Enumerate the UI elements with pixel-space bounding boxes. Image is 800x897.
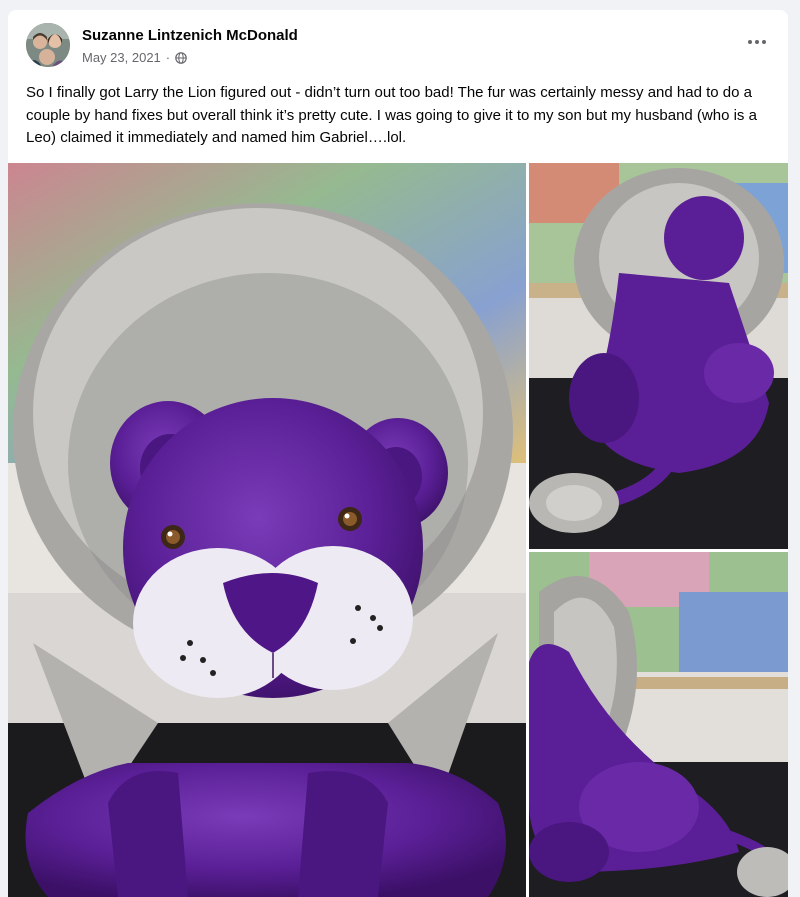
photo-lion-back[interactable] [529,163,788,549]
post-meta: May 23, 2021 · [82,50,187,65]
author-avatar[interactable] [26,23,70,67]
more-options-icon[interactable] [744,34,770,50]
photo-grid [8,163,788,897]
meta-separator: · [165,50,171,65]
avatar-image [26,23,70,67]
globe-icon [175,51,187,64]
post-header: Suzanne Lintzenich McDonald May 23, 2021… [8,10,788,74]
facebook-post: Suzanne Lintzenich McDonald May 23, 2021… [8,10,788,897]
post-caption: So I finally got Larry the Lion figured … [26,84,757,146]
post-date[interactable]: May 23, 2021 [82,50,161,65]
author-name[interactable]: Suzanne Lintzenich McDonald [82,27,298,44]
photo-lion-side[interactable] [529,552,788,897]
photo-lion-front[interactable] [8,163,526,897]
